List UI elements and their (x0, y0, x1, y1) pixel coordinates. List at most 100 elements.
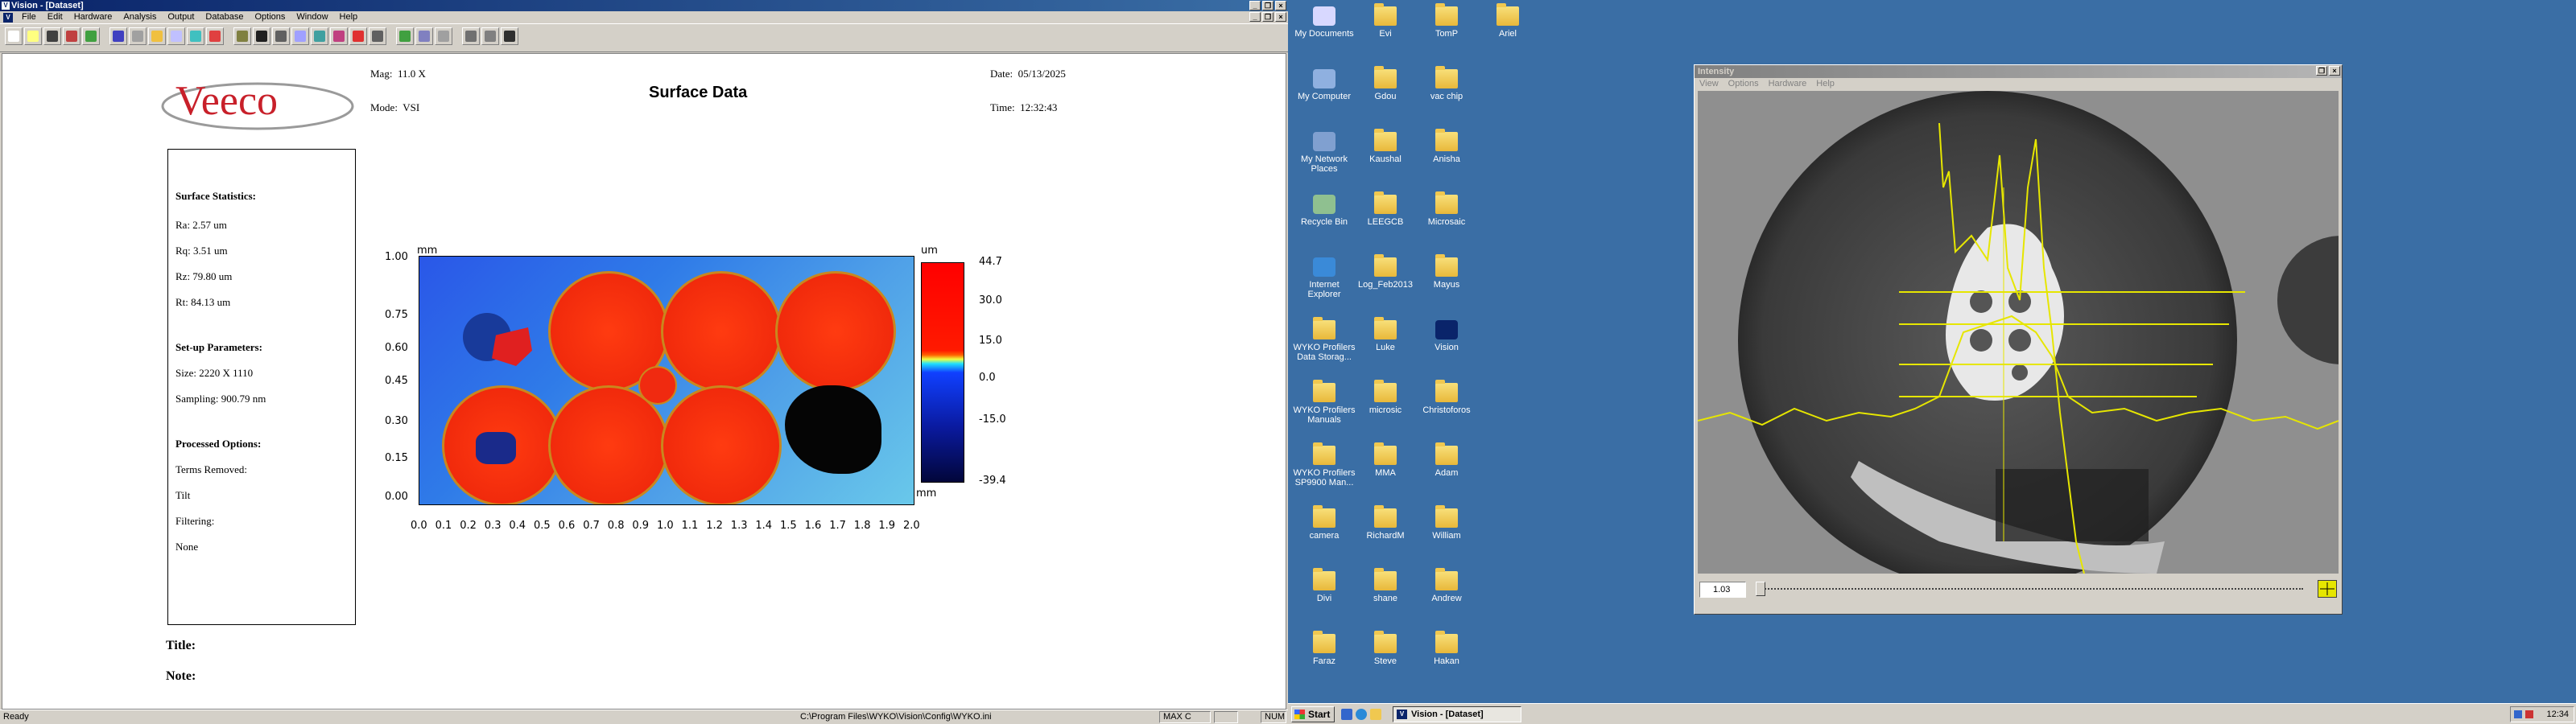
desktop-icon[interactable]: Log_Feb2013 (1354, 254, 1417, 290)
menu-edit[interactable]: Edit (42, 11, 68, 23)
menu-hardware[interactable]: Hardware (68, 11, 118, 23)
toolbar-button-16[interactable] (311, 27, 328, 45)
toolbar-button-23[interactable] (462, 27, 480, 45)
toolbar-button-3[interactable] (43, 27, 61, 45)
desktop-icon[interactable]: LEEGCB (1354, 191, 1417, 227)
desktop-icon[interactable]: Steve (1354, 631, 1417, 666)
close-button[interactable]: × (1275, 1, 1286, 10)
desktop-icon[interactable]: Divi (1293, 568, 1356, 603)
intensity-slider-thumb[interactable] (1756, 582, 1765, 596)
intensity-menu-help[interactable]: Help (1811, 78, 1839, 89)
desktop-icon[interactable]: Gdou (1354, 66, 1417, 101)
desktop-icon[interactable]: Christoforos (1415, 380, 1478, 415)
tray-app-icon[interactable] (2525, 710, 2533, 718)
desktop-icon[interactable]: WYKO Profilers SP9900 Man... (1293, 442, 1356, 487)
toolbar-button-15[interactable] (291, 27, 309, 45)
menu-file[interactable]: File (16, 11, 42, 23)
desktop-icon[interactable]: WYKO Profilers Data Storag... (1293, 317, 1356, 362)
toolbar-button-19[interactable] (369, 27, 386, 45)
desktop-icon[interactable]: Faraz (1293, 631, 1356, 666)
desktop-icon[interactable]: camera (1293, 505, 1356, 541)
desktop-icon[interactable]: Internet Explorer (1293, 257, 1356, 299)
desktop-icon[interactable]: shane (1354, 568, 1417, 603)
toolbar-button-2[interactable] (24, 27, 42, 45)
crosshair-icon[interactable] (2318, 580, 2337, 598)
intensity-image (1698, 91, 2339, 574)
menu-options[interactable]: Options (249, 11, 291, 23)
desktop-icon[interactable]: Vision (1415, 320, 1478, 352)
toolbar-button-5[interactable] (82, 27, 100, 45)
intensity-value-field[interactable]: 1.03 (1699, 582, 1746, 598)
doc-close-button[interactable]: × (1275, 12, 1286, 22)
desktop-icon[interactable]: Mayus (1415, 254, 1478, 290)
explorer-quicklaunch-icon[interactable] (1370, 709, 1381, 720)
desktop-icon[interactable]: Hakan (1415, 631, 1478, 666)
doc-minimize-button[interactable]: _ (1249, 12, 1261, 22)
toolbar-button-25[interactable] (501, 27, 518, 45)
toolbar-button-1[interactable] (5, 27, 23, 45)
taskbar-button-vision[interactable]: V Vision - [Dataset] (1393, 706, 1521, 722)
toolbar-button-14[interactable] (272, 27, 290, 45)
intensity-menu-options[interactable]: Options (1724, 78, 1764, 89)
colorbar-tick-label: 0.0 (979, 372, 996, 384)
desktop-icon[interactable]: RichardM (1354, 505, 1417, 541)
toolbar-button-4[interactable] (63, 27, 80, 45)
intensity-menu-hardware[interactable]: Hardware (1764, 78, 1812, 89)
desktop-icon[interactable]: Anisha (1415, 129, 1478, 164)
menu-database[interactable]: Database (200, 11, 249, 23)
doc-restore-button[interactable]: ❐ (1262, 12, 1274, 22)
desktop-icon[interactable]: Andrew (1415, 568, 1478, 603)
minimize-button[interactable]: _ (1249, 1, 1261, 10)
toolbar-button-10[interactable] (187, 27, 204, 45)
desktop-icon[interactable]: Kaushal (1354, 129, 1417, 164)
toolbar-button-11[interactable] (206, 27, 224, 45)
intensity-close-button[interactable]: × (2329, 66, 2340, 76)
desktop-icon[interactable]: My Computer (1293, 69, 1356, 101)
x-tick-label: 0.3 (484, 520, 502, 532)
intensity-menu-view[interactable]: View (1695, 78, 1724, 89)
desktop-icon[interactable]: microsic (1354, 380, 1417, 415)
desktop-icon[interactable]: Recycle Bin (1293, 195, 1356, 227)
show-desktop-icon[interactable] (1341, 709, 1352, 720)
intensity-restore-button[interactable]: ❐ (2316, 66, 2327, 76)
mode-label: Mode: VSI (370, 101, 420, 113)
desktop-icon[interactable]: Evi (1354, 3, 1417, 39)
title-bar[interactable]: V Vision - [Dataset] _ ❐ × (0, 0, 1288, 11)
toolbar-button-17[interactable] (330, 27, 348, 45)
toolbar-button-24[interactable] (481, 27, 499, 45)
toolbar-button-20[interactable] (396, 27, 414, 45)
restore-button[interactable]: ❐ (1262, 1, 1274, 10)
toolbar-button-6[interactable] (109, 27, 127, 45)
toolbar-button-18[interactable] (349, 27, 367, 45)
toolbar-button-22[interactable] (435, 27, 452, 45)
menu-window[interactable]: Window (291, 11, 333, 23)
desktop-icon[interactable]: WYKO Profilers Manuals (1293, 380, 1356, 425)
menu-analysis[interactable]: Analysis (118, 11, 162, 23)
intensity-slider-track[interactable] (1756, 588, 2303, 590)
camera-view[interactable] (1698, 91, 2339, 574)
desktop-icon[interactable]: My Documents (1293, 6, 1356, 39)
toolbar-button-21[interactable] (415, 27, 433, 45)
toolbar-button-12[interactable] (233, 27, 251, 45)
toolbar-button-9[interactable] (167, 27, 185, 45)
document-icon[interactable]: V (3, 12, 13, 23)
desktop-icon[interactable]: Ariel (1476, 3, 1539, 39)
toolbar-button-8[interactable] (148, 27, 166, 45)
start-button[interactable]: Start (1291, 706, 1335, 722)
surface-map[interactable] (419, 256, 914, 505)
desktop-icon[interactable]: Microsaic (1415, 191, 1478, 227)
menu-output[interactable]: Output (162, 11, 200, 23)
toolbar-button-13[interactable] (253, 27, 270, 45)
desktop-icon[interactable]: My Network Places (1293, 132, 1356, 174)
intensity-title-bar[interactable]: Intensity ❐ × (1695, 65, 2342, 78)
desktop-icon[interactable]: Adam (1415, 442, 1478, 478)
desktop-icon[interactable]: vac chip (1415, 66, 1478, 101)
internet-explorer-quicklaunch-icon[interactable] (1356, 709, 1367, 720)
desktop-icon[interactable]: TomP (1415, 3, 1478, 39)
desktop-icon[interactable]: Luke (1354, 317, 1417, 352)
desktop-icon[interactable]: William (1415, 505, 1478, 541)
menu-help[interactable]: Help (334, 11, 364, 23)
desktop-icon[interactable]: MMA (1354, 442, 1417, 478)
network-icon[interactable] (2514, 710, 2522, 718)
toolbar-button-7[interactable] (129, 27, 147, 45)
